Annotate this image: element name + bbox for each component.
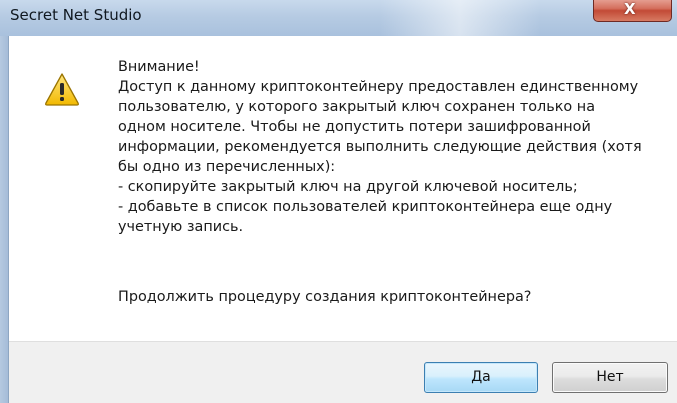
confirmation-question: Продолжить процедуру создания криптоконт… <box>118 289 532 305</box>
warning-icon <box>45 73 79 106</box>
close-button[interactable]: X <box>593 0 672 22</box>
message-line: пользователю, у которого закрытый ключ с… <box>118 99 596 115</box>
message-line: - скопируйте закрытый ключ на другой клю… <box>118 179 578 195</box>
yes-button[interactable]: Да <box>424 362 538 393</box>
window-title: Secret Net Studio <box>10 6 142 24</box>
dialog-window: Secret Net Studio X Внимание! Доступ к д… <box>0 0 677 403</box>
title-bar[interactable]: Secret Net Studio X <box>0 0 677 36</box>
message-line: информации, рекомендуется выполнить след… <box>118 139 642 155</box>
message-line: Внимание! <box>118 59 200 75</box>
message-line: учетную запись. <box>118 219 244 235</box>
title-bar-glass <box>380 0 540 36</box>
message-line: одном носителе. Чтобы не допустить потер… <box>118 119 591 135</box>
no-button[interactable]: Нет <box>552 362 668 393</box>
window-frame-left <box>0 36 8 403</box>
button-bar: Да Нет <box>9 341 677 403</box>
message-text: Внимание! Доступ к данному криптоконтейн… <box>118 57 663 237</box>
message-line: - добавьте в список пользователей крипто… <box>118 199 613 215</box>
message-line: Доступ к данному криптоконтейнеру предос… <box>118 79 639 95</box>
message-line: бы одно из перечисленных): <box>118 159 336 175</box>
close-icon: X <box>624 0 636 18</box>
